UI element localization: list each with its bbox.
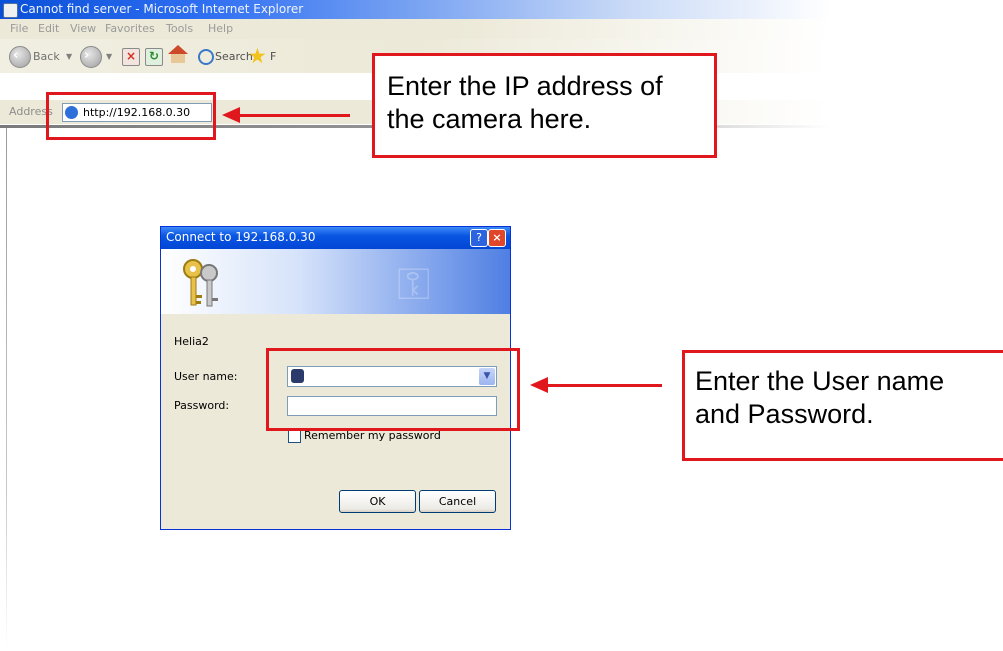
back-button-label[interactable]: Back — [33, 50, 60, 63]
callout-login: Enter the User name and Password. — [682, 350, 1003, 461]
search-icon[interactable] — [198, 49, 214, 65]
menu-edit[interactable]: Edit — [38, 22, 59, 35]
login-arrow-head — [530, 377, 548, 393]
address-highlight-box — [46, 92, 216, 140]
ok-button[interactable]: OK — [339, 490, 416, 513]
forward-arrow-icon[interactable]: › — [80, 46, 102, 68]
back-arrow-icon[interactable]: ‹ — [9, 46, 31, 68]
password-label: Password: — [174, 399, 230, 412]
cancel-button[interactable]: Cancel — [419, 490, 496, 513]
ie-window-icon — [3, 3, 18, 18]
stop-icon[interactable]: × — [122, 48, 140, 66]
callout-login-line2: and Password. — [695, 399, 874, 429]
browser-titlebar: Cannot find server - Microsoft Internet … — [0, 0, 830, 19]
login-arrow-line — [548, 384, 662, 387]
ip-arrow-line — [238, 114, 350, 117]
banner-watermark-key-icon: ⚿ — [397, 259, 431, 310]
back-dropdown-icon[interactable]: ▼ — [66, 52, 72, 61]
dialog-title: Connect to 192.168.0.30 — [166, 230, 316, 244]
favorites-star-icon[interactable]: ★ — [248, 44, 267, 68]
callout-ip-line2: the camera here. — [387, 104, 592, 134]
callout-ip-address: Enter the IP address of the camera here. — [372, 53, 717, 158]
close-icon[interactable]: × — [488, 229, 506, 247]
callout-login-line1: Enter the User name — [695, 366, 945, 396]
server-name: Helia2 — [174, 335, 209, 348]
ip-arrow-head — [222, 107, 240, 123]
menu-view[interactable]: View — [70, 22, 96, 35]
menu-bar: File Edit View Favorites Tools Help — [0, 19, 830, 39]
window-title: Cannot find server - Microsoft Internet … — [20, 2, 304, 16]
remember-checkbox[interactable] — [288, 430, 301, 443]
favorites-button-label[interactable]: F — [270, 50, 276, 63]
menu-help[interactable]: Help — [208, 22, 233, 35]
home-icon[interactable] — [168, 45, 188, 63]
menu-file[interactable]: File — [10, 22, 28, 35]
help-icon[interactable]: ? — [470, 229, 488, 247]
refresh-icon[interactable]: ↻ — [145, 48, 163, 66]
keys-icon — [183, 259, 218, 307]
username-label: User name: — [174, 370, 238, 383]
window-left-edge — [6, 128, 7, 648]
forward-dropdown-icon[interactable]: ▼ — [106, 52, 112, 61]
callout-ip-line1: Enter the IP address of — [387, 71, 663, 101]
credentials-highlight-box — [266, 348, 520, 431]
dialog-banner: ⚿ — [161, 249, 510, 314]
menu-tools[interactable]: Tools — [166, 22, 193, 35]
dialog-titlebar[interactable]: Connect to 192.168.0.30 ? × — [161, 227, 510, 249]
menu-favorites[interactable]: Favorites — [105, 22, 155, 35]
